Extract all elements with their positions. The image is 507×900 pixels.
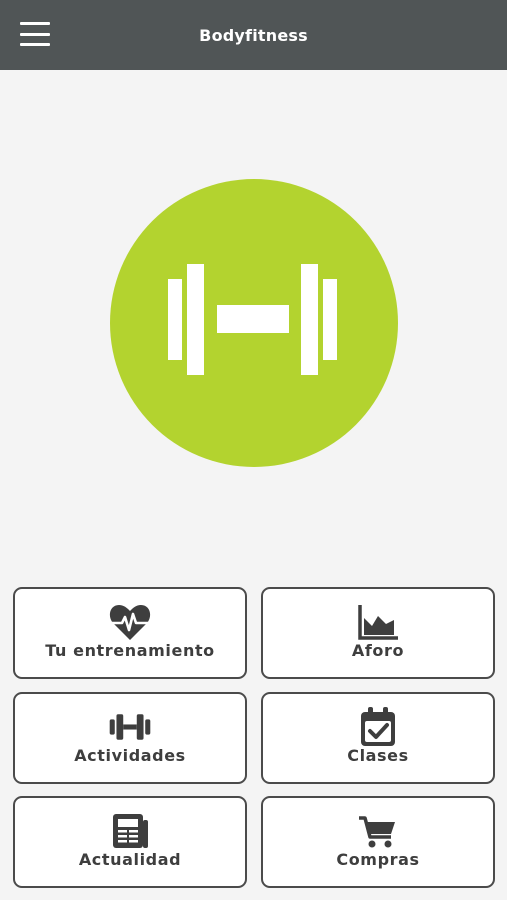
tile-tu-entrenamiento[interactable]: Tu entrenamiento <box>13 587 247 679</box>
tile-label: Actividades <box>74 746 186 765</box>
tile-label: Actualidad <box>78 850 182 869</box>
tile-label: Clases <box>347 746 409 765</box>
tile-label: Compras <box>336 850 420 869</box>
dumbbell-icon <box>168 264 337 375</box>
heartbeat-icon <box>108 602 152 642</box>
app-title: Bodyfitness <box>199 25 308 45</box>
tile-compras[interactable]: Compras <box>261 796 495 888</box>
newspaper-icon <box>108 811 152 851</box>
tile-label: Aforo <box>351 641 405 660</box>
dumbbell-icon <box>108 707 152 747</box>
tile-actividades[interactable]: Actividades <box>13 692 247 784</box>
tile-actualidad[interactable]: Actualidad <box>13 796 247 888</box>
gym-logo <box>110 179 398 467</box>
tile-aforo[interactable]: Aforo <box>261 587 495 679</box>
hamburger-menu-icon[interactable] <box>20 22 50 46</box>
menu-grid: Tu entrenamiento Aforo Actividades Clase… <box>13 587 495 889</box>
tile-clases[interactable]: Clases <box>261 692 495 784</box>
tile-label: Tu entrenamiento <box>45 641 215 660</box>
area-chart-icon <box>356 602 400 642</box>
shopping-cart-icon <box>356 811 400 851</box>
top-app-bar: Bodyfitness <box>0 0 507 70</box>
calendar-check-icon <box>356 707 400 747</box>
